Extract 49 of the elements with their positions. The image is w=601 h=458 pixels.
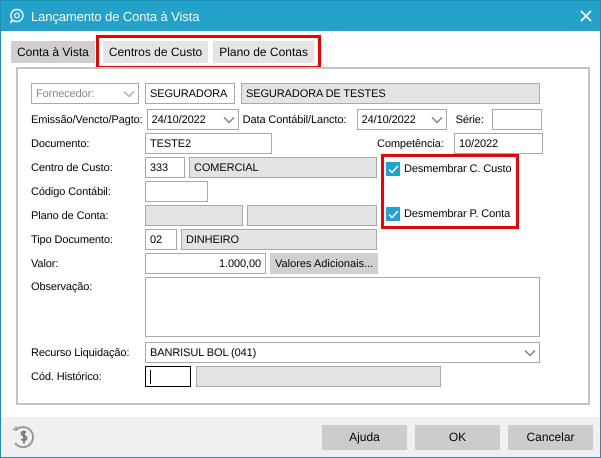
field-label: Cód. Histórico:	[31, 370, 103, 382]
cost-center-code-field[interactable]: 333	[145, 157, 185, 178]
field-label: Tipo Documento:	[31, 234, 114, 246]
chat-bubble-icon	[9, 8, 25, 24]
series-field[interactable]	[492, 109, 542, 130]
checkbox[interactable]	[386, 207, 400, 221]
checkbox-label: Desmembrar C. Custo	[404, 163, 512, 175]
account-plan-name-field[interactable]	[247, 205, 377, 226]
amount-field[interactable]: 1.000,00	[145, 253, 266, 274]
field-label: Data Contábil/Lancto:	[242, 114, 348, 126]
tab[interactable]: Conta à Vista	[11, 41, 95, 63]
history-name-field[interactable]	[196, 366, 441, 387]
field-label: Valor:	[31, 258, 60, 270]
field-label: Documento:	[31, 138, 90, 150]
dialog-button[interactable]: Cancelar	[508, 424, 593, 450]
window-title: Lançamento de Conta à Vista	[31, 8, 200, 24]
field-label: Competência:	[377, 138, 445, 150]
field-label: Recurso Liquidação:	[31, 346, 130, 358]
close-icon[interactable]	[580, 10, 592, 22]
note-textarea[interactable]	[145, 277, 540, 337]
document-field[interactable]: TESTE2	[145, 133, 272, 154]
field-label: Série:	[456, 114, 485, 126]
caret-icon	[524, 348, 536, 356]
date-picker[interactable]: 24/10/2022	[356, 109, 447, 130]
field-label: Plano de Conta:	[31, 210, 110, 222]
dialog-button[interactable]: OK	[415, 424, 500, 450]
document-type-code-field[interactable]: 02	[145, 229, 177, 250]
field-label: Observação:	[31, 280, 94, 293]
checkbox[interactable]	[386, 162, 400, 176]
additional-values-button[interactable]: Valores Adicionais...	[270, 253, 378, 274]
dollar-refresh-icon	[10, 424, 36, 450]
checkbox-label: Desmembrar P. Conta	[404, 208, 510, 220]
settlement-dropdown[interactable]: BANRISUL BOL (041)	[145, 342, 540, 363]
cost-center-name-field[interactable]: COMERCIAL	[189, 157, 377, 178]
document-type-name-field[interactable]: DINHEIRO	[181, 229, 377, 250]
accounting-code-field[interactable]	[145, 181, 208, 202]
field-label: Emissão/Vencto/Pagto:	[31, 114, 143, 126]
caret-icon	[222, 116, 235, 124]
competence-field[interactable]: 10/2022	[454, 133, 543, 154]
date-picker[interactable]: 24/10/2022	[146, 109, 239, 130]
tab[interactable]: Plano de Contas	[213, 41, 314, 63]
tab[interactable]: Centros de Custo	[102, 41, 208, 63]
caret-icon	[123, 90, 135, 98]
field-label: Código Contábil:	[31, 186, 112, 198]
history-code-field[interactable]	[145, 366, 191, 387]
caret-icon	[430, 116, 443, 124]
field-label: Centro de Custo:	[31, 162, 114, 174]
dialog-button[interactable]: Ajuda	[322, 424, 407, 450]
account-plan-code-field[interactable]	[145, 205, 243, 226]
